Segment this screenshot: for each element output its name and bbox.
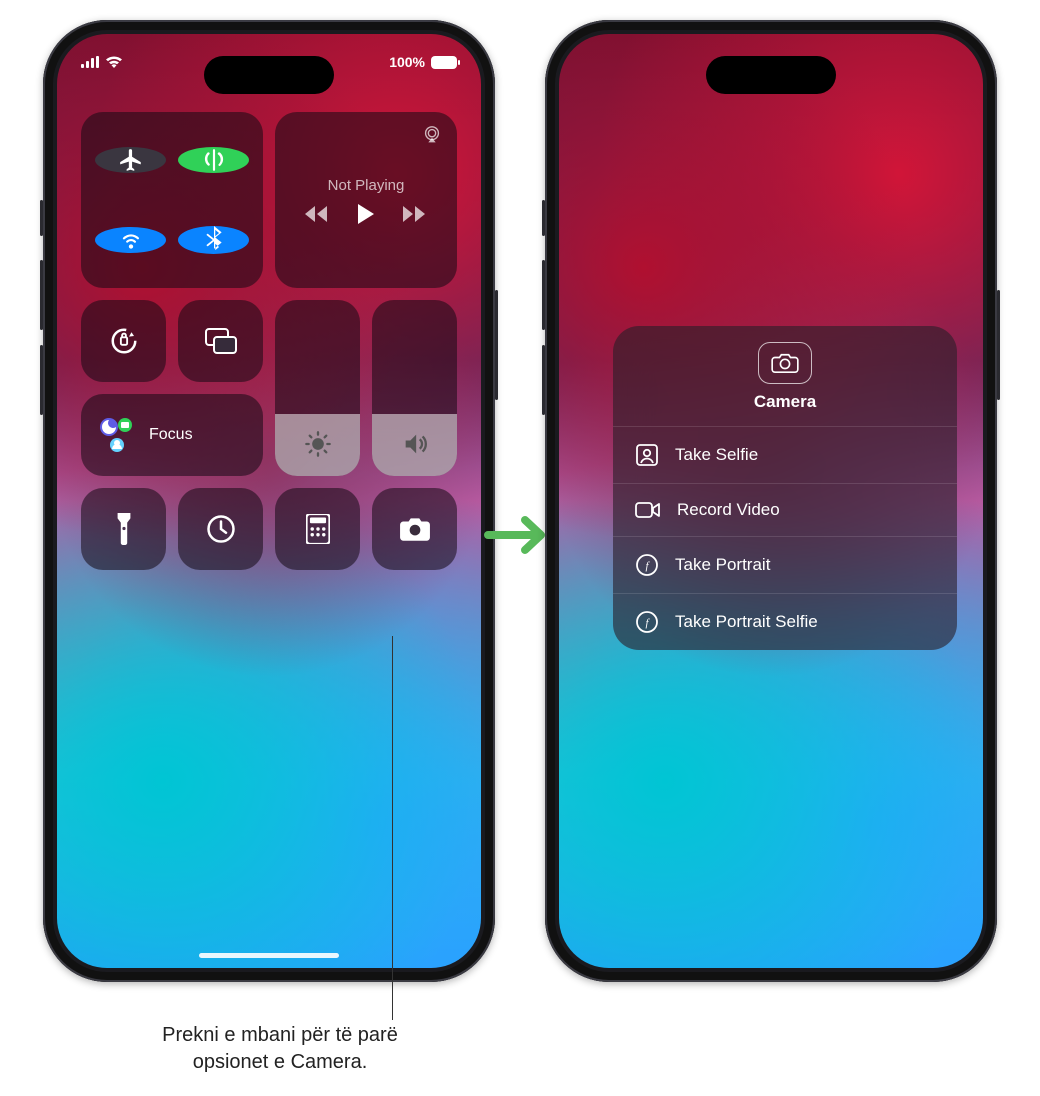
camera-menu-item-portrait-selfie[interactable]: f Take Portrait Selfie	[613, 593, 957, 650]
camera-menu-header[interactable]: Camera	[613, 326, 957, 426]
bluetooth-icon	[204, 226, 224, 254]
battery-icon	[431, 56, 457, 69]
callout-text: Prekni e mbani për të parë opsionet e Ca…	[80, 1022, 480, 1076]
dynamic-island	[204, 56, 334, 94]
video-icon	[635, 500, 661, 520]
volume-icon	[401, 430, 429, 458]
camera-menu-item-portrait[interactable]: f Take Portrait	[613, 536, 957, 593]
focus-icons-cluster	[97, 415, 137, 455]
airplay-icon[interactable]	[421, 124, 443, 146]
camera-icon	[399, 516, 431, 542]
orientation-lock-icon	[109, 326, 139, 356]
camera-context-menu: Camera Take Selfie Record Video f Take P…	[613, 326, 957, 650]
portrait-selfie-icon: f	[635, 610, 659, 634]
screen-mirroring-icon	[205, 328, 237, 354]
phone-left: 100%	[43, 20, 495, 982]
wifi-toggle[interactable]	[95, 227, 166, 253]
brightness-icon	[304, 430, 332, 458]
camera-icon	[771, 352, 799, 374]
battery-percent: 100%	[389, 54, 425, 70]
flashlight-icon	[115, 513, 133, 545]
menu-item-label: Record Video	[677, 500, 780, 520]
airplane-mode-toggle[interactable]	[95, 147, 166, 173]
menu-item-label: Take Portrait	[675, 555, 770, 575]
rewind-icon[interactable]	[305, 206, 329, 222]
airplane-icon	[118, 147, 144, 173]
wifi-icon	[118, 227, 144, 253]
flashlight-button[interactable]	[81, 488, 166, 570]
play-icon[interactable]	[357, 204, 375, 224]
camera-button[interactable]	[372, 488, 457, 570]
camera-menu-item-selfie[interactable]: Take Selfie	[613, 426, 957, 483]
dynamic-island	[706, 56, 836, 94]
brightness-slider[interactable]	[275, 300, 360, 476]
svg-text:f: f	[645, 617, 650, 629]
phone-right: Camera Take Selfie Record Video f Take P…	[545, 20, 997, 982]
cellular-signal-icon	[81, 56, 99, 68]
media-controls[interactable]: Not Playing	[275, 112, 457, 288]
timer-button[interactable]	[178, 488, 263, 570]
camera-menu-item-video[interactable]: Record Video	[613, 483, 957, 536]
connectivity-group[interactable]	[81, 112, 263, 288]
arrow-right-icon	[483, 510, 553, 565]
forward-icon[interactable]	[403, 206, 427, 222]
svg-text:f: f	[645, 560, 650, 572]
menu-item-label: Take Selfie	[675, 445, 758, 465]
cellular-data-toggle[interactable]	[178, 147, 249, 173]
bluetooth-toggle[interactable]	[178, 226, 249, 254]
menu-item-label: Take Portrait Selfie	[675, 612, 818, 632]
focus-button[interactable]: Focus	[81, 394, 263, 476]
orientation-lock-button[interactable]	[81, 300, 166, 382]
media-title: Not Playing	[328, 177, 405, 194]
calculator-icon	[306, 514, 330, 544]
focus-label: Focus	[149, 426, 193, 444]
antenna-icon	[201, 147, 227, 173]
screen-mirroring-button[interactable]	[178, 300, 263, 382]
volume-slider[interactable]	[372, 300, 457, 476]
callout-leader-line	[392, 636, 393, 1020]
camera-menu-title: Camera	[754, 392, 816, 412]
home-indicator[interactable]	[199, 953, 339, 958]
selfie-icon	[635, 443, 659, 467]
timer-icon	[206, 514, 236, 544]
calculator-button[interactable]	[275, 488, 360, 570]
portrait-icon: f	[635, 553, 659, 577]
wifi-status-icon	[105, 56, 123, 69]
